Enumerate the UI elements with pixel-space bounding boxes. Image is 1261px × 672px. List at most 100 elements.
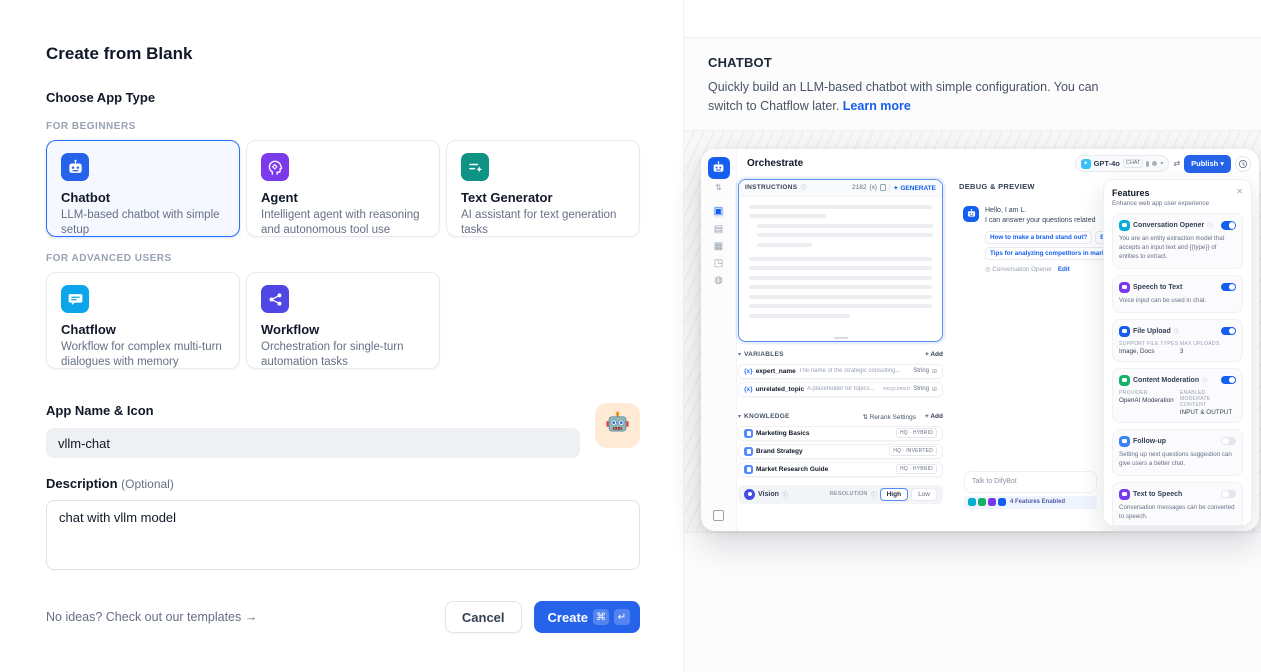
- create-app-screen: Create from Blank Choose App Type FOR BE…: [0, 0, 1261, 672]
- conversation-opener-icon: [1119, 220, 1130, 231]
- preview-header-actions: ✦ GPT-4o CHAT ▾ ⇄ Publish ▾: [1075, 155, 1251, 173]
- templates-link[interactable]: No ideas? Check out our templates →: [46, 610, 257, 624]
- robot-emoji-icon: [604, 410, 631, 442]
- edit-opener-link[interactable]: Edit: [1058, 266, 1070, 273]
- beginner-app-type-cards: Chatbot LLM-based chatbot with simple se…: [46, 140, 640, 237]
- app-name-block: App Name & Icon: [46, 403, 640, 458]
- content-moderation-icon: [1119, 375, 1130, 386]
- file-upload-toggle[interactable]: [1221, 327, 1236, 336]
- history-clock-icon[interactable]: [1235, 156, 1251, 172]
- orchestrate-title: Orchestrate: [747, 158, 803, 169]
- variable-row[interactable]: {x} expert_name The name of the strategi…: [738, 364, 943, 379]
- create-button[interactable]: Create ⌘ ↵: [534, 601, 640, 633]
- variables-section: ▾ VARIABLES + Add {x} expert_name The na…: [738, 349, 943, 397]
- knowledge-row[interactable]: Market Research Guide HQ · HYBRID: [738, 462, 943, 477]
- knowledge-row[interactable]: Brand Strategy HQ · INVERTED: [738, 444, 943, 459]
- content-moderation-toggle[interactable]: [1221, 376, 1236, 385]
- nav-icon-3[interactable]: ▦: [714, 242, 723, 252]
- collapse-sidebar-icon[interactable]: [713, 510, 724, 521]
- resolution-high-button[interactable]: High: [880, 488, 908, 501]
- app-type-card-chatflow[interactable]: Chatflow Workflow for complex multi-turn…: [46, 272, 240, 369]
- orchestrate-nav-icon[interactable]: ▣: [713, 206, 724, 218]
- nav-icon-5[interactable]: ◍: [714, 276, 723, 286]
- file-upload-icon: [1119, 326, 1130, 337]
- bot-message: Hello, I am L. I can answer your questio…: [963, 206, 1101, 273]
- model-params-icon[interactable]: ⇄: [1173, 159, 1180, 168]
- model-selector[interactable]: ✦ GPT-4o CHAT ▾: [1075, 155, 1170, 172]
- app-type-description: Workflow for complex multi-turn dialogue…: [61, 340, 225, 369]
- openai-model-icon: ✦: [1081, 159, 1091, 169]
- suggested-question[interactable]: Tips for analyzing competitors in market: [985, 247, 1116, 260]
- app-type-card-chatbot[interactable]: Chatbot LLM-based chatbot with simple se…: [46, 140, 240, 237]
- variable-braces-icon[interactable]: {x}: [870, 184, 878, 191]
- required-badge: REQUIRED: [883, 387, 910, 392]
- orchestrate-preview-screenshot: ⇅ ▣ ▤ ▦ ◳ ◍ Orchestrate ✦ GPT-4o: [701, 149, 1259, 531]
- workflow-icon: [261, 285, 289, 313]
- index-mode-tag: HQ · INVERTED: [889, 446, 937, 456]
- text-to-speech-toggle[interactable]: [1221, 490, 1236, 499]
- chevron-down-icon[interactable]: ▾: [738, 413, 741, 420]
- knowledge-section: ▾ KNOWLEDGE ⇅ Rerank Settings + Add Mark…: [738, 411, 943, 477]
- settings-dot-icon: [1152, 161, 1157, 166]
- description-textarea[interactable]: chat with vllm model: [46, 500, 640, 570]
- preview-panel-info: CHATBOT Quickly build an LLM-based chatb…: [684, 38, 1261, 130]
- close-icon[interactable]: ✕: [1236, 187, 1243, 196]
- document-icon: [744, 429, 753, 438]
- chat-input[interactable]: Talk to DifyBot: [964, 471, 1097, 493]
- add-knowledge-button[interactable]: + Add: [925, 413, 943, 420]
- resize-handle[interactable]: [834, 337, 848, 339]
- chevron-down-icon[interactable]: ▾: [738, 351, 741, 358]
- info-icon: ⓘ: [800, 183, 806, 192]
- speech-to-text-toggle[interactable]: [1221, 283, 1236, 292]
- string-type-icon: ⊞: [932, 368, 937, 375]
- debug-preview-label: DEBUG & PREVIEW: [959, 182, 1035, 191]
- text-to-speech-icon: [1119, 489, 1130, 500]
- speech-mini-icon: [988, 498, 996, 506]
- app-name-input[interactable]: [46, 428, 580, 458]
- speech-to-text-icon: [1119, 282, 1130, 293]
- info-icon: ⓘ: [871, 490, 877, 499]
- app-type-card-agent[interactable]: Agent Intelligent agent with reasoning a…: [246, 140, 440, 237]
- app-type-title: Workflow: [261, 322, 425, 337]
- preview-image-zone: ⇅ ▣ ▤ ▦ ◳ ◍ Orchestrate ✦ GPT-4o: [684, 130, 1261, 533]
- app-type-title: Text Generator: [461, 190, 625, 205]
- variable-row[interactable]: {x} unrelated_topic A placeholder for to…: [738, 382, 943, 397]
- upload-mini-icon: [998, 498, 1006, 506]
- preview-panel-topbar: [684, 0, 1261, 38]
- knowledge-row[interactable]: Marketing Basics HQ · HYBRID: [738, 426, 943, 441]
- app-type-description: Intelligent agent with reasoning and aut…: [261, 208, 425, 237]
- app-name-label: App Name & Icon: [46, 403, 640, 418]
- preview-nav-icons: ▣ ▤ ▦ ◳ ◍: [701, 206, 736, 286]
- add-variable-button[interactable]: + Add: [925, 351, 943, 358]
- learn-more-link[interactable]: Learn more: [843, 99, 911, 113]
- document-icon: [744, 447, 753, 456]
- chevron-down-icon: ▾: [1160, 160, 1163, 167]
- chatflow-icon: [61, 285, 89, 313]
- instructions-panel[interactable]: INSTRUCTIONS ⓘ 2182 {x} ✦ GENERATE: [738, 179, 943, 342]
- document-icon: [744, 465, 753, 474]
- app-icon-picker[interactable]: [595, 403, 640, 448]
- description-block: Description (Optional) chat with vllm mo…: [46, 476, 640, 575]
- cmd-key-icon: ⌘: [593, 609, 609, 625]
- app-type-description: AI assistant for text generation tasks: [461, 208, 625, 237]
- conversation-opener-toggle[interactable]: [1221, 221, 1236, 230]
- chevron-down-icon: ▾: [1220, 159, 1224, 168]
- follow-up-toggle[interactable]: [1221, 437, 1236, 446]
- copy-icon[interactable]: [880, 184, 886, 191]
- cancel-button[interactable]: Cancel: [445, 601, 522, 633]
- string-type-icon: ⊞: [932, 386, 937, 393]
- rerank-settings-button[interactable]: ⇅ Rerank Settings: [862, 413, 916, 421]
- features-enabled-bar[interactable]: 4 Features Enabled: [964, 496, 1097, 509]
- nav-icon-2[interactable]: ▤: [714, 225, 723, 235]
- app-type-card-text-generator[interactable]: Text Generator AI assistant for text gen…: [446, 140, 640, 237]
- nav-icon-4[interactable]: ◳: [714, 259, 723, 269]
- opener-mini-icon: [968, 498, 976, 506]
- app-type-card-workflow[interactable]: Workflow Orchestration for single-turn a…: [246, 272, 440, 369]
- generate-button[interactable]: ✦ GENERATE: [893, 184, 936, 192]
- for-advanced-users-label: FOR ADVANCED USERS: [46, 253, 640, 264]
- publish-button[interactable]: Publish ▾: [1184, 155, 1231, 173]
- suggested-question[interactable]: How to make a brand stand out?: [985, 231, 1092, 244]
- app-type-description: LLM-based chatbot with simple setup: [61, 208, 225, 237]
- text-generator-icon: [461, 153, 489, 181]
- resolution-low-button[interactable]: Low: [911, 488, 937, 501]
